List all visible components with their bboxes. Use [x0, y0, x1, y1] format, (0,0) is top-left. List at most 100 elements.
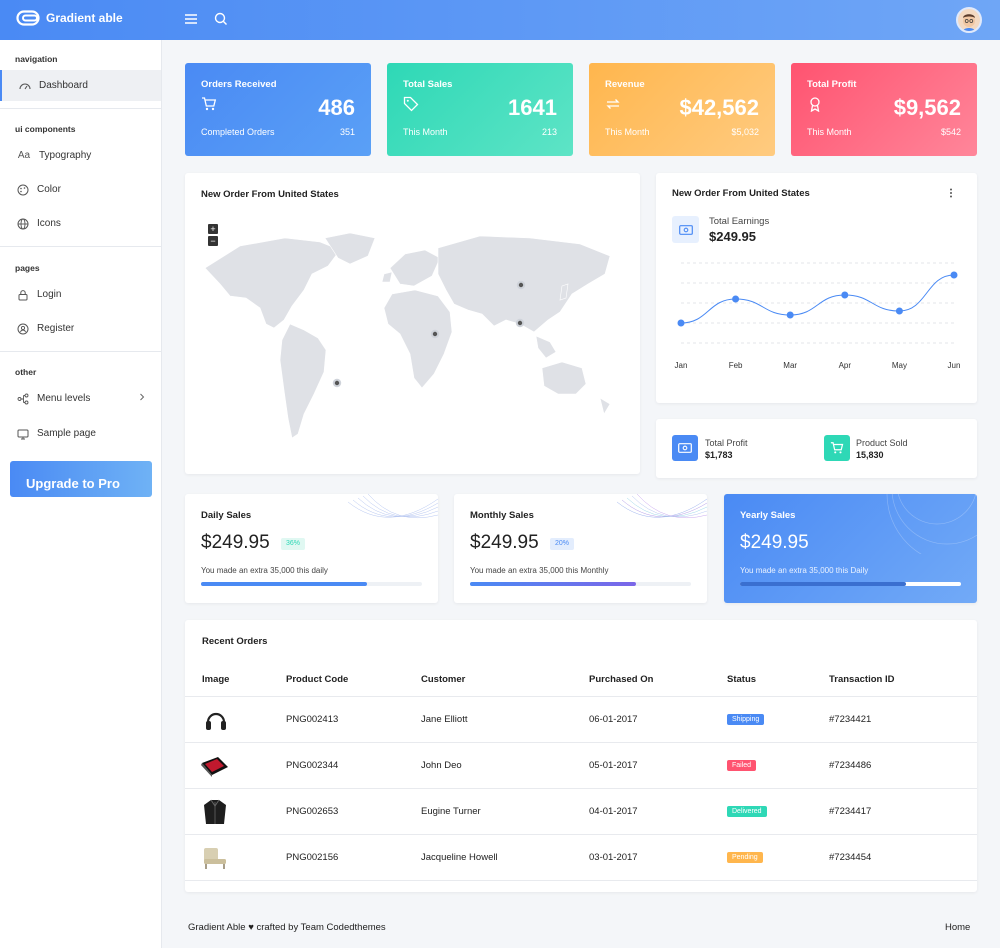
column-header-status: Status: [727, 674, 757, 685]
footer-credit[interactable]: Gradient Able ♥ crafted by Team Codedthe…: [188, 922, 386, 933]
sidebar-divider: [0, 108, 161, 109]
chart-point-apr[interactable]: [841, 291, 849, 299]
chart-point-feb[interactable]: [732, 295, 740, 303]
transaction-id: #7234486: [829, 760, 872, 771]
stat-subtitle: This Month: [807, 127, 852, 137]
user-avatar[interactable]: [956, 7, 982, 33]
sidebar-section-ui-components: ui components: [15, 124, 76, 134]
purchase-date: 04-01-2017: [589, 806, 638, 817]
menu-icon[interactable]: [184, 12, 198, 29]
footer-home-link[interactable]: Home: [945, 922, 970, 933]
earnings-line-chart[interactable]: Jan Feb Mar Apr May Jun: [666, 253, 971, 373]
status-badge: Shipping: [727, 714, 765, 725]
mini-stat-label: Total Profit: [705, 438, 748, 448]
upgrade-button[interactable]: Upgrade to Pro: [10, 461, 152, 497]
mini-stats-card: Total Profit $1,783 Product Sold 15,830: [656, 419, 977, 478]
lock-icon: [16, 288, 30, 302]
table-bottom-border: [185, 880, 977, 881]
chair-image: [204, 848, 226, 869]
stat-card-sales: Total Sales 1641 This Month 213: [387, 63, 573, 156]
table-row[interactable]: PNG002653 Eugine Turner 04-01-2017 Deliv…: [185, 788, 977, 834]
money-icon: [672, 435, 698, 461]
money-icon: [672, 216, 699, 243]
app-name: Gradient able: [46, 11, 123, 25]
chart-point-may[interactable]: [895, 307, 903, 315]
sidebar-item-icons[interactable]: Icons: [0, 208, 161, 239]
decorative-waves: [617, 494, 707, 518]
cart-icon: [201, 96, 217, 115]
earnings-value: $249.95: [709, 229, 756, 244]
sales-card-value: $249.95: [740, 532, 809, 553]
sidebar-item-label: Color: [37, 184, 61, 195]
sidebar-item-color[interactable]: Color: [0, 174, 161, 205]
sidebar-item-register[interactable]: Register: [0, 313, 161, 344]
world-map[interactable]: [200, 228, 630, 448]
status-badge: Pending: [727, 852, 763, 863]
sidebar-divider: [0, 351, 161, 352]
chart-point-mar[interactable]: [786, 311, 794, 319]
more-vertical-icon[interactable]: [949, 188, 953, 201]
sidebar-item-label: Sample page: [37, 428, 96, 439]
sales-progress-fill: [201, 582, 367, 586]
daily-sales-card: Daily Sales $249.95 36% You made an extr…: [185, 494, 438, 603]
logo-icon: [16, 10, 40, 26]
column-header-customer: Customer: [421, 674, 466, 685]
earnings-card-title: New Order From United States: [672, 188, 810, 199]
sales-card-note: You made an extra 35,000 this daily: [201, 566, 328, 575]
status-badge: Failed: [727, 760, 757, 771]
app-logo[interactable]: Gradient able: [16, 10, 123, 26]
product-code: PNG002156: [286, 852, 339, 863]
chart-x-tick-label: Jun: [948, 361, 961, 370]
stat-sub-value: 213: [541, 127, 557, 137]
sidebar-item-login[interactable]: Login: [0, 279, 161, 310]
globe-icon: [16, 217, 30, 231]
product-code: PNG002344: [286, 760, 339, 771]
chart-x-tick-label: Jan: [675, 361, 688, 370]
stat-card-profit: Total Profit $9,562 This Month $542: [791, 63, 977, 156]
customer-name: Jane Elliott: [421, 714, 468, 725]
chevron-right-icon: [138, 393, 146, 404]
user-plus-icon: [16, 322, 30, 336]
sales-card-title: Daily Sales: [201, 510, 252, 521]
table-row[interactable]: PNG002344 John Deo 05-01-2017 Failed #72…: [185, 742, 977, 788]
customer-name: John Deo: [421, 760, 462, 771]
product-code: PNG002653: [286, 806, 339, 817]
column-header-transaction-id: Transaction ID: [829, 674, 895, 685]
column-header-product-code: Product Code: [286, 674, 349, 685]
stat-title: Total Sales: [403, 79, 453, 90]
sidebar-item-sample-page[interactable]: Sample page: [0, 418, 161, 449]
mini-stat-value: 15,830: [856, 450, 884, 460]
map-card: New Order From United States + −: [185, 173, 640, 474]
repeat-icon: [605, 96, 621, 115]
sidebar-item-dashboard[interactable]: Dashboard: [0, 70, 161, 101]
palette-icon: [16, 183, 30, 197]
stat-subtitle: Completed Orders: [201, 127, 275, 137]
chart-x-tick-label: Mar: [783, 361, 797, 370]
sidebar-item-label: Menu levels: [37, 393, 91, 404]
sales-badge: 36%: [281, 538, 306, 550]
search-icon[interactable]: [214, 12, 228, 29]
chart-series-line: [680, 274, 955, 324]
column-header-image: Image: [202, 674, 230, 685]
dashboard-icon: [18, 79, 32, 93]
stat-sub-value: 351: [339, 127, 355, 137]
chart-x-tick-label: Apr: [839, 361, 852, 370]
tree-icon: [16, 392, 30, 406]
table-row[interactable]: PNG002413 Jane Elliott 06-01-2017 Shippi…: [185, 696, 977, 742]
sidebar-item-typography[interactable]: Aa Typography: [0, 140, 161, 171]
table-row[interactable]: PNG002156 Jacqueline Howell 03-01-2017 P…: [185, 834, 977, 880]
typography-icon: Aa: [17, 150, 31, 161]
sales-card-title: Monthly Sales: [470, 510, 534, 521]
sales-card-value: $249.95: [470, 532, 539, 553]
stat-value: 1641: [508, 95, 557, 120]
status-badge: Delivered: [727, 806, 767, 817]
sales-progress-fill: [470, 582, 636, 586]
sales-progress-fill: [740, 582, 906, 586]
transaction-id: #7234454: [829, 852, 872, 863]
sidebar-item-label: Typography: [39, 150, 92, 161]
stat-sub-value: $542: [940, 127, 961, 137]
sales-badge: 20%: [550, 538, 575, 550]
sidebar-item-menu-levels[interactable]: Menu levels: [0, 383, 161, 414]
chart-point-jun[interactable]: [950, 271, 958, 279]
chart-point-jan[interactable]: [677, 319, 685, 327]
